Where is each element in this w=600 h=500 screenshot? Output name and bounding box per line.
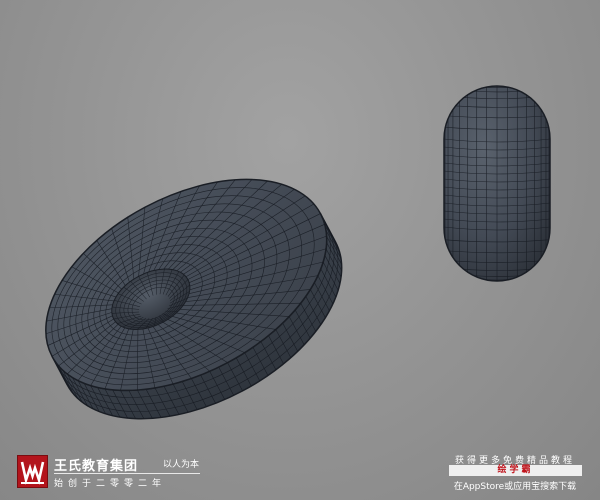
brand-founded-text: 始创于二零零二年 [54,479,167,489]
promo-app-name: 绘学霸 [449,465,582,476]
wang-shi-logo-icon [17,455,48,488]
brand-divider [54,473,200,474]
promo-watermark: 获得更多免费精品教程 绘学霸 在AppStore或应用宝搜索下载 [445,453,585,493]
3d-viewport[interactable]: 王氏教育集团 以人为本 始创于二零零二年 获得更多免费精品教程 绘学霸 在App… [0,0,600,500]
brand-watermark: 王氏教育集团 以人为本 始创于二零零二年 [17,455,207,491]
capsule-mesh-icon[interactable] [443,85,551,282]
brand-name: 王氏教育集团 [54,459,139,474]
brand-slogan: 以人为本 [163,460,200,470]
torus-mesh-icon[interactable] [11,136,377,462]
promo-download-hint: 在AppStore或应用宝搜索下载 [453,482,577,492]
viewport-scene[interactable] [0,0,600,500]
